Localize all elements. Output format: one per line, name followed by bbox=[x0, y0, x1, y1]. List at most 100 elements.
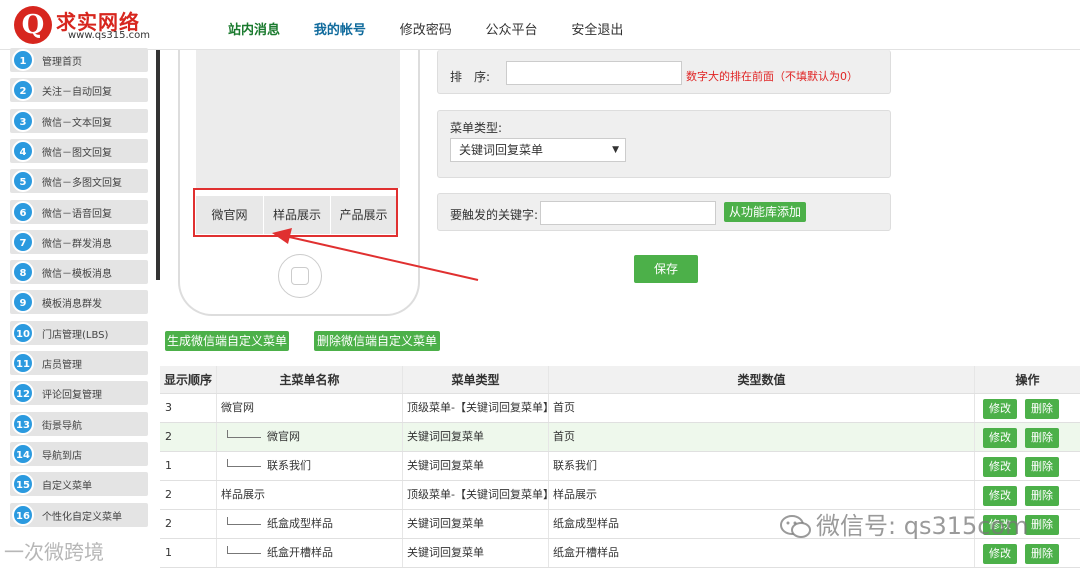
sort-hint: 数字大的排在前面（不填默认为0） bbox=[686, 70, 858, 83]
sidebar-item-number: 13 bbox=[12, 412, 34, 435]
phone-home-square-icon bbox=[291, 267, 309, 285]
sidebar-item-label: 微信－群发消息 bbox=[42, 238, 112, 250]
menu-type-select[interactable]: 关键词回复菜单 ▼ bbox=[450, 138, 626, 162]
sidebar-item-label: 管理首页 bbox=[42, 57, 82, 68]
sidebar-item[interactable]: 9 模板消息群发 bbox=[10, 290, 148, 315]
edit-button[interactable]: 修改 bbox=[983, 457, 1017, 477]
sidebar-item-label: 微信－文本回复 bbox=[42, 117, 112, 129]
cell-name: 微官网 bbox=[217, 394, 403, 422]
keyword-row: 要触发的关键字: 从功能库添加 bbox=[437, 193, 891, 231]
sidebar-item-number: 3 bbox=[12, 109, 34, 132]
sidebar-item[interactable]: 16 个性化自定义菜单 bbox=[10, 502, 148, 527]
save-button[interactable]: 保存 bbox=[634, 255, 698, 283]
edit-button[interactable]: 修改 bbox=[983, 544, 1017, 564]
cell-type: 关键词回复菜单 bbox=[403, 510, 549, 538]
delete-button[interactable]: 删除 bbox=[1025, 428, 1059, 448]
sidebar-item-label: 微信－模板消息 bbox=[42, 269, 112, 281]
dropdown-caret-icon: ▼ bbox=[612, 145, 619, 155]
nav-public-platform[interactable]: 公众平台 bbox=[486, 19, 538, 38]
edit-button[interactable]: 修改 bbox=[983, 399, 1017, 419]
sidebar-item[interactable]: 2 关注－自动回复 bbox=[10, 78, 148, 103]
sidebar-item[interactable]: 11 店员管理 bbox=[10, 351, 148, 375]
cell-name: 样品展示 bbox=[217, 481, 403, 509]
cell-actions: 修改 删除 bbox=[975, 452, 1080, 480]
keyword-label: 要触发的关键字: bbox=[450, 208, 539, 222]
sidebar-item-label: 个性化自定义菜单 bbox=[42, 511, 122, 523]
table-header: 显示顺序 主菜单名称 菜单类型 类型数值 操作 bbox=[160, 366, 1080, 394]
menu-type-row: 菜单类型: 关键词回复菜单 ▼ bbox=[437, 110, 891, 178]
sidebar-item[interactable]: 15 自定义菜单 bbox=[10, 472, 148, 497]
edit-button[interactable]: 修改 bbox=[983, 486, 1017, 506]
sidebar-item-label: 微信－语音回复 bbox=[42, 208, 112, 220]
cell-type: 顶级菜单-【关键词回复菜单】 bbox=[403, 481, 549, 509]
logo[interactable]: Q 求实网络 www.qs315.com bbox=[10, 4, 160, 46]
sidebar-item[interactable]: 1 管理首页 bbox=[10, 48, 148, 72]
sort-row: 排 序: 数字大的排在前面（不填默认为0） bbox=[437, 50, 891, 94]
sidebar-item-label: 门店管理(LBS) bbox=[42, 329, 109, 341]
add-from-library-button[interactable]: 从功能库添加 bbox=[724, 202, 806, 222]
sidebar-item-label: 微信－多图文回复 bbox=[42, 178, 122, 190]
tree-branch-icon bbox=[227, 545, 261, 554]
delete-button[interactable]: 删除 bbox=[1025, 515, 1059, 535]
sidebar-item-label: 微信－图文回复 bbox=[42, 147, 112, 159]
header-actions: 操作 bbox=[1015, 373, 1040, 387]
sidebar-item[interactable]: 6 微信－语音回复 bbox=[10, 199, 148, 224]
header-type: 菜单类型 bbox=[403, 366, 549, 393]
sidebar-item[interactable]: 5 微信－多图文回复 bbox=[10, 169, 148, 194]
cell-order: 1 bbox=[160, 452, 217, 480]
sidebar-item-number: 12 bbox=[12, 382, 34, 405]
nav-logout[interactable]: 安全退出 bbox=[571, 19, 623, 38]
cell-order: 2 bbox=[160, 423, 217, 451]
sidebar-item-number: 1 bbox=[12, 49, 34, 71]
table-row: 1 纸盒开槽样品 关键词回复菜单 纸盒开槽样品 修改 删除 bbox=[160, 539, 1080, 568]
cell-type: 关键词回复菜单 bbox=[403, 539, 549, 567]
sidebar-item-number: 11 bbox=[12, 352, 34, 374]
nav-messages[interactable]: 站内消息 bbox=[228, 19, 280, 38]
cell-actions: 修改 删除 bbox=[975, 423, 1080, 451]
delete-button[interactable]: 删除 bbox=[1025, 399, 1059, 419]
cell-order: 1 bbox=[160, 539, 217, 567]
nav-my-account[interactable]: 我的帐号 bbox=[314, 19, 366, 38]
sidebar-item[interactable]: 12 评论回复管理 bbox=[10, 381, 148, 406]
keyword-input[interactable] bbox=[540, 201, 716, 225]
cell-order: 2 bbox=[160, 481, 217, 509]
sidebar-item[interactable]: 8 微信－模板消息 bbox=[10, 260, 148, 285]
cell-value: 纸盒开槽样品 bbox=[549, 539, 975, 567]
generate-menu-button[interactable]: 生成微信端自定义菜单 bbox=[165, 331, 289, 351]
sidebar-scrollbar[interactable] bbox=[156, 50, 160, 280]
cell-name: 联系我们 bbox=[217, 452, 403, 480]
delete-button[interactable]: 删除 bbox=[1025, 544, 1059, 564]
sidebar-item-label: 模板消息群发 bbox=[42, 299, 102, 311]
sidebar-item[interactable]: 10 门店管理(LBS) bbox=[10, 320, 148, 345]
sort-input[interactable] bbox=[506, 61, 682, 85]
logo-mark-icon: Q bbox=[14, 6, 52, 44]
sidebar-item[interactable]: 14 导航到店 bbox=[10, 441, 148, 466]
sidebar-item-number: 10 bbox=[12, 321, 34, 344]
sidebar-item-number: 14 bbox=[12, 442, 34, 465]
header-name: 主菜单名称 bbox=[217, 366, 403, 393]
delete-menu-button[interactable]: 删除微信端自定义菜单 bbox=[314, 331, 440, 351]
sidebar-item-number: 15 bbox=[12, 473, 34, 496]
sidebar-item[interactable]: 13 街景导航 bbox=[10, 411, 148, 436]
sidebar-item-label: 街景导航 bbox=[42, 420, 82, 432]
table-row: 2 微官网 关键词回复菜单 首页 修改 删除 bbox=[160, 423, 1080, 452]
sidebar-item[interactable]: 3 微信－文本回复 bbox=[10, 108, 148, 133]
sort-label: 排 序: bbox=[450, 70, 491, 84]
delete-button[interactable]: 删除 bbox=[1025, 486, 1059, 506]
watermark-wechat-id: 微信号: qs315com bbox=[780, 506, 1029, 541]
delete-button[interactable]: 删除 bbox=[1025, 457, 1059, 477]
menu-type-value: 关键词回复菜单 bbox=[459, 143, 544, 157]
cell-value: 样品展示 bbox=[549, 481, 975, 509]
watermark-brand: 一次微跨境 bbox=[4, 536, 104, 565]
cell-type: 顶级菜单-【关键词回复菜单】 bbox=[403, 394, 549, 422]
cell-actions: 修改 删除 bbox=[975, 539, 1080, 567]
cell-name: 纸盒成型样品 bbox=[217, 510, 403, 538]
sidebar-item-number: 6 bbox=[12, 200, 34, 223]
nav-change-password[interactable]: 修改密码 bbox=[400, 19, 452, 38]
phone-screen bbox=[196, 50, 400, 188]
watermark-brand-text: 一次微跨境 bbox=[4, 540, 104, 564]
sidebar-item[interactable]: 4 微信－图文回复 bbox=[10, 138, 148, 163]
header-order: 显示顺序 bbox=[160, 366, 217, 393]
edit-button[interactable]: 修改 bbox=[983, 428, 1017, 448]
sidebar-item[interactable]: 7 微信－群发消息 bbox=[10, 229, 148, 254]
